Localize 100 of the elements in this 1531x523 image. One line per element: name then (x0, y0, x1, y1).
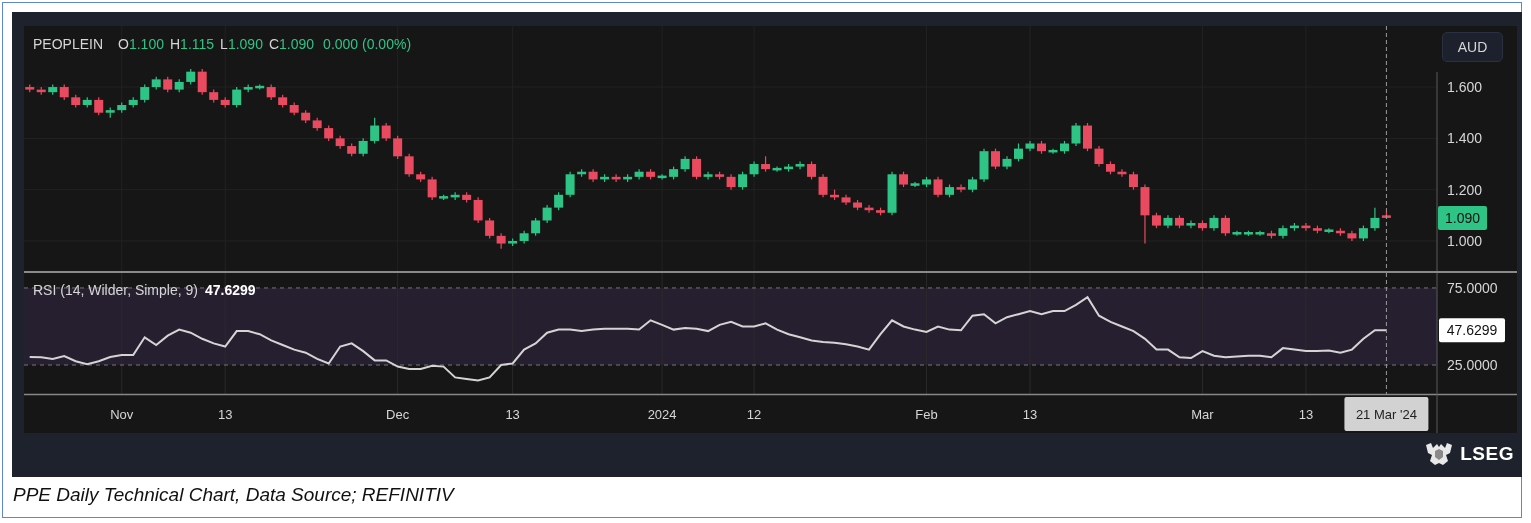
candlestick (1186, 219, 1196, 229)
candlestick (841, 194, 851, 206)
candlestick (1037, 140, 1046, 155)
candlestick (1197, 219, 1207, 232)
candlestick (496, 232, 506, 250)
candlestick (25, 83, 35, 93)
candlestick (1289, 222, 1299, 232)
crest-icon (1424, 441, 1455, 467)
candlestick (1266, 230, 1276, 239)
candlestick (1129, 171, 1138, 191)
candlestick (669, 166, 679, 180)
figure-caption: PPE Daily Technical Chart, Data Source; REFINITIV (13, 484, 456, 506)
rsi-badge: 47.6299 (1439, 318, 1505, 343)
candlestick (1220, 214, 1230, 237)
date-label: 2024 (647, 407, 677, 422)
candlestick (347, 142, 357, 157)
date-label: 13 (1298, 407, 1314, 422)
date-label: Feb (915, 407, 938, 422)
candlestick (979, 148, 989, 183)
date-badge: 21 Mar '24 (1344, 397, 1429, 431)
symbol-name: PEOPLEIN (33, 36, 104, 52)
candlestick (784, 163, 794, 173)
candlestick (370, 117, 380, 145)
candlestick (209, 89, 219, 104)
ohlc-label: H (169, 36, 181, 52)
date-label: 12 (746, 407, 762, 422)
candlestick (174, 78, 184, 93)
candlestick (324, 124, 334, 142)
candlestick (220, 96, 230, 109)
candlestick (1174, 214, 1184, 229)
price-label: 1.400 (1447, 130, 1483, 147)
price-label: 1.200 (1447, 181, 1483, 198)
ohlc-value: 1.100 (128, 36, 164, 52)
candlestick (163, 76, 173, 93)
date-label: Dec (386, 407, 410, 422)
candlestick (128, 96, 138, 109)
candlestick (818, 173, 828, 198)
candlestick (1301, 222, 1311, 232)
candlestick (738, 171, 748, 191)
indicator-value: 47.6299 (204, 282, 256, 298)
candlestick (312, 117, 322, 132)
candlestick (48, 83, 58, 96)
date-label: Mar (1191, 407, 1214, 422)
candlestick (140, 83, 150, 104)
date-label: Nov (110, 407, 134, 422)
date-label: 13 (217, 407, 233, 422)
price-label: 1.600 (1447, 79, 1483, 96)
candlestick (853, 199, 863, 211)
candlestick (795, 160, 805, 170)
candlestick (749, 160, 759, 178)
candlestick (968, 176, 977, 193)
candlestick (956, 183, 966, 193)
candlestick (991, 148, 1000, 170)
price-label: 1.000 (1447, 233, 1483, 249)
candlestick (335, 135, 345, 150)
candlestick (393, 135, 403, 160)
candlestick (1163, 214, 1173, 229)
candlestick (82, 96, 92, 109)
ohlc-label: O (118, 36, 129, 52)
candlestick (554, 191, 564, 211)
change-value: 0.000 (0.00%) (323, 36, 412, 52)
candlestick (1335, 227, 1345, 237)
candlestick (1312, 225, 1322, 234)
date-label: 13 (505, 407, 520, 422)
candlestick (1209, 214, 1219, 232)
candlestick (1278, 225, 1288, 239)
candlestick (1347, 230, 1357, 242)
candlestick (151, 76, 161, 91)
candlestick (1106, 160, 1115, 175)
candlestick (404, 153, 414, 178)
ohlc-label: L (220, 36, 228, 52)
candlestick (485, 217, 495, 239)
candlestick (945, 183, 954, 198)
candlestick (71, 94, 81, 109)
currency-button[interactable]: AUD (1442, 32, 1503, 62)
candlestick (830, 189, 840, 201)
ohlc-value: 1.090 (279, 36, 315, 52)
candlestick (1358, 225, 1368, 242)
candlestick (358, 137, 368, 157)
candlestick (278, 94, 288, 109)
candlestick (807, 160, 817, 180)
logo-text: LSEG (1460, 443, 1514, 465)
candlestick (1083, 122, 1092, 152)
candlestick (531, 217, 541, 237)
candlestick (450, 191, 460, 201)
candlestick (634, 168, 644, 180)
candlestick (1025, 140, 1035, 152)
candlestick (1071, 122, 1081, 147)
candlestick (542, 204, 552, 224)
candlestick (117, 101, 127, 114)
candlestick (1014, 142, 1023, 163)
candlestick (1094, 145, 1104, 168)
candlestick (1048, 148, 1058, 155)
ohlc-label: C (268, 36, 280, 52)
candlestick (565, 171, 575, 198)
ohlc-value: 1.115 (180, 36, 215, 52)
candlestick (600, 173, 610, 183)
rsi-scale-label: 25.0000 (1447, 357, 1498, 373)
indicator-name: RSI (14, Wilder, Simple, 9) (33, 282, 198, 298)
candlestick (381, 122, 391, 142)
